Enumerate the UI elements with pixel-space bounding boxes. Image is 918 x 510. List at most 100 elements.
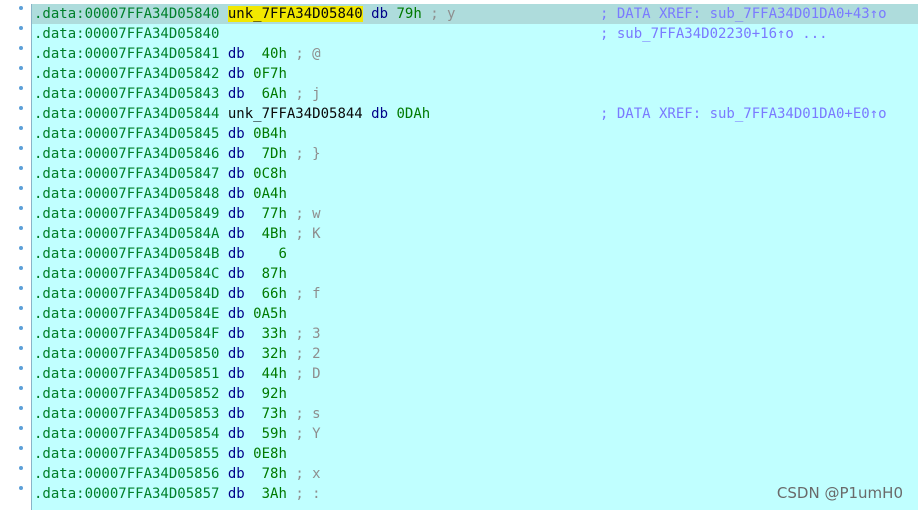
address[interactable]: .data:00007FFA34D05849 — [34, 206, 219, 222]
breakpoint-dot-icon[interactable] — [19, 466, 23, 470]
breakpoint-dot-icon[interactable] — [19, 346, 23, 350]
breakpoint-dot-icon[interactable] — [19, 426, 23, 430]
byte-value[interactable]: 3Ah — [253, 486, 287, 502]
listing-row[interactable]: .data:00007FFA34D05851 db 44h ; D — [19, 364, 918, 384]
address[interactable]: .data:00007FFA34D05840 — [34, 6, 219, 22]
breakpoint-dot-icon[interactable] — [19, 486, 23, 490]
listing-row[interactable]: .data:00007FFA34D05852 db 92h — [19, 384, 918, 404]
breakpoint-dot-icon[interactable] — [19, 406, 23, 410]
breakpoint-dot-icon[interactable] — [19, 446, 23, 450]
breakpoint-dot-icon[interactable] — [19, 306, 23, 310]
byte-value[interactable]: 87h — [253, 266, 287, 282]
byte-value[interactable]: 4Bh — [253, 226, 287, 242]
listing-row[interactable]: .data:00007FFA34D05848 db 0A4h — [19, 184, 918, 204]
breakpoint-dot-icon[interactable] — [19, 66, 23, 70]
breakpoint-dot-icon[interactable] — [19, 286, 23, 290]
byte-value[interactable]: 32h — [253, 346, 287, 362]
address[interactable]: .data:00007FFA34D05843 — [34, 86, 219, 102]
listing-row[interactable]: .data:00007FFA34D05849 db 77h ; w — [19, 204, 918, 224]
byte-value[interactable]: 92h — [253, 386, 287, 402]
byte-value[interactable]: 78h — [253, 466, 287, 482]
breakpoint-dot-icon[interactable] — [19, 46, 23, 50]
listing-row[interactable]: .data:00007FFA34D05854 db 59h ; Y — [19, 424, 918, 444]
listing-row[interactable]: .data:00007FFA34D05842 db 0F7h — [19, 64, 918, 84]
byte-value[interactable]: 0C8h — [253, 166, 287, 182]
address[interactable]: .data:00007FFA34D05851 — [34, 366, 219, 382]
listing-row[interactable]: .data:00007FFA34D0584C db 87h — [19, 264, 918, 284]
byte-value[interactable]: 73h — [253, 406, 287, 422]
byte-value[interactable]: 40h — [253, 46, 287, 62]
breakpoint-dot-icon[interactable] — [19, 126, 23, 130]
data-label[interactable]: unk_7FFA34D05844 — [228, 106, 363, 122]
byte-value[interactable]: 6Ah — [253, 86, 287, 102]
address[interactable]: .data:00007FFA34D05842 — [34, 66, 219, 82]
address[interactable]: .data:00007FFA34D0584D — [34, 286, 219, 302]
byte-value[interactable]: 33h — [253, 326, 287, 342]
listing-row[interactable]: .data:00007FFA34D05844 unk_7FFA34D05844 … — [19, 104, 918, 124]
listing-row[interactable]: .data:00007FFA34D05855 db 0E8h — [19, 444, 918, 464]
address[interactable]: .data:00007FFA34D0584A — [34, 226, 219, 242]
address[interactable]: .data:00007FFA34D05856 — [34, 466, 219, 482]
xref-comment[interactable]: ; sub_7FFA34D02230+16↑o ... — [600, 24, 828, 44]
byte-value[interactable]: 0F7h — [253, 66, 287, 82]
breakpoint-dot-icon[interactable] — [19, 226, 23, 230]
listing-row[interactable]: .data:00007FFA34D0584D db 66h ; f — [19, 284, 918, 304]
listing-row[interactable]: .data:00007FFA34D05850 db 32h ; 2 — [19, 344, 918, 364]
breakpoint-dot-icon[interactable] — [19, 366, 23, 370]
breakpoint-dot-icon[interactable] — [19, 206, 23, 210]
listing-row[interactable]: .data:00007FFA34D05847 db 0C8h — [19, 164, 918, 184]
address[interactable]: .data:00007FFA34D05844 — [34, 106, 219, 122]
listing-row[interactable]: .data:00007FFA34D05846 db 7Dh ; } — [19, 144, 918, 164]
byte-value[interactable]: 7Dh — [253, 146, 287, 162]
byte-value[interactable]: 0B4h — [253, 126, 287, 142]
byte-value[interactable]: 0DAh — [396, 106, 430, 122]
byte-value[interactable]: 59h — [253, 426, 287, 442]
breakpoint-dot-icon[interactable] — [19, 106, 23, 110]
listing-row[interactable]: .data:00007FFA34D0584E db 0A5h — [19, 304, 918, 324]
disassembly-listing[interactable]: .data:00007FFA34D05840 unk_7FFA34D05840 … — [19, 4, 918, 510]
data-label[interactable]: unk_7FFA34D05840 — [227, 6, 363, 22]
byte-value[interactable]: 66h — [253, 286, 287, 302]
listing-row[interactable]: .data:00007FFA34D05853 db 73h ; s — [19, 404, 918, 424]
address[interactable]: .data:00007FFA34D0584E — [34, 306, 219, 322]
xref-comment[interactable]: ; DATA XREF: sub_7FFA34D01DA0+43↑o — [600, 4, 887, 24]
listing-row[interactable]: .data:00007FFA34D05841 db 40h ; @ — [19, 44, 918, 64]
address[interactable]: .data:00007FFA34D05848 — [34, 186, 219, 202]
address[interactable]: .data:00007FFA34D0584B — [34, 246, 219, 262]
listing-row[interactable]: .data:00007FFA34D0584B db 6 — [19, 244, 918, 264]
breakpoint-dot-icon[interactable] — [19, 166, 23, 170]
address[interactable]: .data:00007FFA34D05847 — [34, 166, 219, 182]
breakpoint-dot-icon[interactable] — [19, 146, 23, 150]
listing-row[interactable]: .data:00007FFA34D0584A db 4Bh ; K — [19, 224, 918, 244]
address[interactable]: .data:00007FFA34D05854 — [34, 426, 219, 442]
byte-value[interactable]: 77h — [253, 206, 287, 222]
address[interactable]: .data:00007FFA34D05853 — [34, 406, 219, 422]
listing-row[interactable]: .data:00007FFA34D05843 db 6Ah ; j — [19, 84, 918, 104]
address[interactable]: .data:00007FFA34D0584C — [34, 266, 219, 282]
address[interactable]: .data:00007FFA34D05857 — [34, 486, 219, 502]
address[interactable]: .data:00007FFA34D05850 — [34, 346, 219, 362]
listing-row[interactable]: .data:00007FFA34D05856 db 78h ; x — [19, 464, 918, 484]
address[interactable]: .data:00007FFA34D05841 — [34, 46, 219, 62]
byte-value[interactable]: 0E8h — [253, 446, 287, 462]
listing-row[interactable]: .data:00007FFA34D05840 ; sub_7FFA34D02230… — [19, 24, 918, 44]
breakpoint-dot-icon[interactable] — [19, 6, 23, 10]
listing-row[interactable]: .data:00007FFA34D0584F db 33h ; 3 — [19, 324, 918, 344]
byte-value[interactable]: 0A5h — [253, 306, 287, 322]
byte-value[interactable]: 0A4h — [253, 186, 287, 202]
listing-row[interactable]: .data:00007FFA34D05845 db 0B4h — [19, 124, 918, 144]
breakpoint-dot-icon[interactable] — [19, 326, 23, 330]
byte-value[interactable]: 79h — [396, 6, 421, 22]
breakpoint-dot-icon[interactable] — [19, 186, 23, 190]
address[interactable]: .data:00007FFA34D05852 — [34, 386, 219, 402]
address[interactable]: .data:00007FFA34D05840 — [34, 26, 219, 42]
byte-value[interactable]: 6 — [253, 246, 286, 262]
breakpoint-dot-icon[interactable] — [19, 26, 23, 30]
breakpoint-dot-icon[interactable] — [19, 266, 23, 270]
address[interactable]: .data:00007FFA34D05855 — [34, 446, 219, 462]
breakpoint-dot-icon[interactable] — [19, 386, 23, 390]
listing-row[interactable]: .data:00007FFA34D05840 unk_7FFA34D05840 … — [19, 4, 918, 24]
address[interactable]: .data:00007FFA34D05845 — [34, 126, 219, 142]
breakpoint-dot-icon[interactable] — [19, 86, 23, 90]
breakpoint-dot-icon[interactable] — [19, 246, 23, 250]
